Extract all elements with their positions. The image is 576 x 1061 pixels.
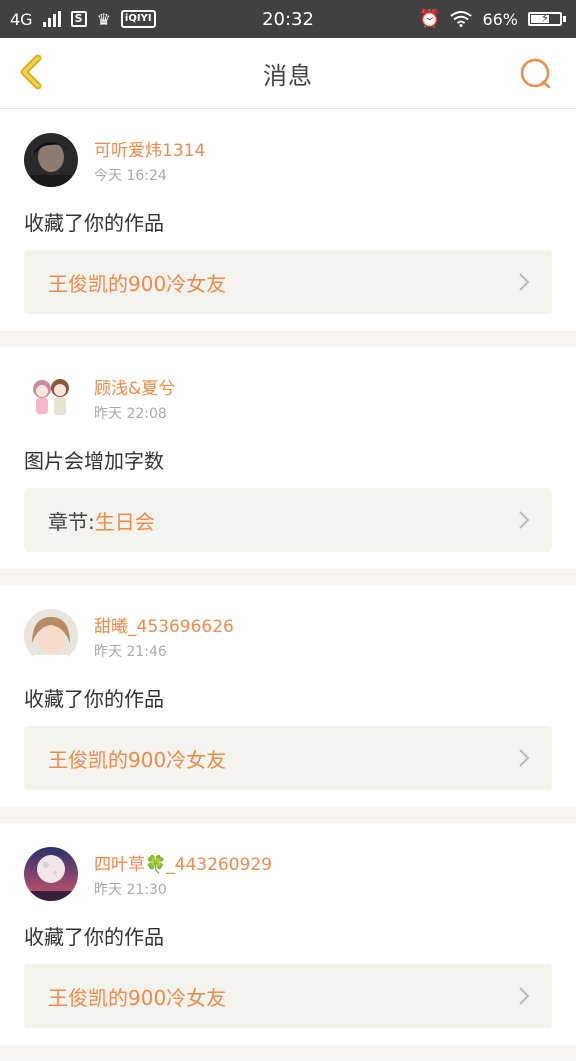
s-icon: S — [70, 11, 87, 27]
message-list: 可听爱炜1314 今天 16:24 收藏了你的作品 王俊凯的900冷女友 顾浅&… — [0, 109, 576, 1061]
ref-title: 王俊凯的900冷女友 — [48, 747, 227, 772]
work-reference[interactable]: 王俊凯的900冷女友 — [24, 250, 552, 314]
message-card: 可听爱炜1314 今天 16:24 收藏了你的作品 王俊凯的900冷女友 — [0, 109, 576, 331]
search-icon[interactable] — [518, 56, 554, 92]
ref-prefix: 章节: — [48, 509, 95, 534]
avatar[interactable] — [24, 609, 78, 663]
status-right: ⏰ 66% ⚡ — [419, 9, 566, 29]
ref-title: 王俊凯的900冷女友 — [48, 985, 227, 1010]
battery-percent: 66% — [482, 9, 518, 29]
page-title: 消息 — [263, 61, 313, 90]
ref-title: 生日会 — [94, 509, 155, 534]
back-arrow-icon[interactable] — [14, 52, 54, 92]
message-card: 顾浅&夏兮 昨天 22:08 图片会增加字数 章节: 生日会 — [0, 347, 576, 569]
iqiyi-icon: iQIYI — [120, 10, 156, 28]
username[interactable]: 甜曦_453696626 — [94, 612, 234, 637]
timestamp: 昨天 21:46 — [94, 644, 167, 660]
signal-icon — [42, 11, 61, 27]
avatar[interactable] — [24, 371, 78, 425]
avatar[interactable] — [24, 847, 78, 901]
status-left: 4G S ♛ iQIYI — [10, 10, 156, 29]
battery-icon: ⚡ — [528, 11, 566, 26]
message-card: 四叶草🍀_443260929 昨天 21:30 收藏了你的作品 王俊凯的900冷… — [0, 823, 576, 1045]
crown-icon: ♛ — [96, 9, 111, 29]
username[interactable]: 四叶草🍀_443260929 — [94, 850, 272, 875]
username[interactable]: 顾浅&夏兮 — [94, 374, 175, 399]
chevron-right-icon — [519, 511, 530, 529]
timestamp: 今天 16:24 — [94, 168, 167, 184]
ref-title: 王俊凯的900冷女友 — [48, 271, 227, 296]
chapter-reference[interactable]: 章节: 生日会 — [24, 488, 552, 552]
work-reference[interactable]: 王俊凯的900冷女友 — [24, 964, 552, 1028]
chevron-right-icon — [519, 749, 530, 767]
chevron-right-icon — [519, 987, 530, 1005]
message-text: 收藏了你的作品 — [24, 925, 164, 949]
message-card: 甜曦_453696626 昨天 21:46 收藏了你的作品 王俊凯的900冷女友 — [0, 585, 576, 807]
alarm-icon: ⏰ — [419, 9, 441, 29]
chevron-right-icon — [519, 273, 530, 291]
message-text: 收藏了你的作品 — [24, 687, 164, 711]
timestamp: 昨天 22:08 — [94, 406, 167, 422]
avatar[interactable] — [24, 133, 78, 187]
timestamp: 昨天 21:30 — [94, 882, 167, 898]
message-text: 收藏了你的作品 — [24, 211, 164, 235]
message-text: 图片会增加字数 — [24, 449, 164, 473]
work-reference[interactable]: 王俊凯的900冷女友 — [24, 726, 552, 790]
wifi-icon — [450, 11, 473, 27]
username[interactable]: 可听爱炜1314 — [94, 136, 205, 161]
app-header: 消息 — [0, 38, 576, 109]
status-bar: 4G S ♛ iQIYI 20:32 ⏰ 66% ⚡ — [0, 0, 576, 38]
network-label: 4G — [10, 9, 33, 29]
